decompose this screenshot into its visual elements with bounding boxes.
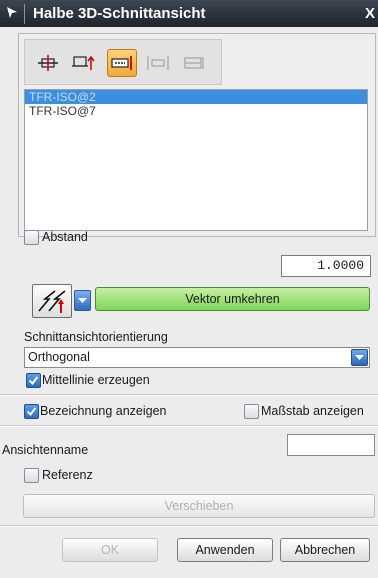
section-plane-icon[interactable] (33, 49, 63, 77)
window-title: Halbe 3D-Schnittansicht (33, 5, 206, 22)
orientation-heading: Schnittansichtorientierung (24, 330, 168, 344)
check-icon (28, 376, 39, 386)
vector-direction-icon (38, 290, 66, 313)
bezeichnung-label: Bezeichnung anzeigen (40, 404, 167, 418)
close-button[interactable]: X (362, 0, 378, 27)
vector-dropdown-button[interactable] (74, 290, 91, 311)
referenz-checkbox[interactable] (24, 468, 39, 483)
section-step-icon (143, 49, 173, 77)
abstand-label: Abstand (42, 230, 88, 244)
section-direction-icon[interactable] (69, 49, 99, 77)
divider (0, 526, 378, 527)
bezeichnung-checkbox[interactable] (24, 404, 39, 419)
ansichtenname-label: Ansichtenname (2, 443, 89, 457)
move-button[interactable]: Verschieben (23, 494, 375, 518)
section-view-list[interactable]: TFR-ISO@2 TFR-ISO@7 (24, 89, 368, 231)
list-item[interactable]: TFR-ISO@7 (25, 104, 367, 118)
ok-button[interactable]: OK (62, 538, 158, 562)
section-offset-icon[interactable] (107, 49, 137, 77)
vector-direction-button[interactable] (32, 284, 72, 318)
abstand-value-input[interactable]: 1.0000 (281, 255, 371, 277)
apply-button[interactable]: Anwenden (177, 538, 273, 562)
check-icon (26, 407, 37, 417)
cancel-button[interactable]: Abbrechen (280, 538, 370, 562)
chevron-down-icon (78, 298, 87, 303)
massstab-checkbox[interactable] (244, 404, 259, 419)
list-item[interactable]: TFR-ISO@2 (25, 90, 367, 104)
arrow-cursor-icon (0, 5, 24, 22)
title-bar: Halbe 3D-Schnittansicht X (0, 0, 378, 27)
chevron-down-icon[interactable] (351, 349, 368, 366)
abstand-checkbox[interactable] (24, 230, 39, 245)
massstab-label: Maßstab anzeigen (261, 404, 364, 418)
mittellinie-label: Mittellinie erzeugen (42, 373, 150, 387)
title-separator (24, 3, 25, 24)
dialog-body: TFR-ISO@2 TFR-ISO@7 Abstand 1.0000 Vekto… (0, 27, 378, 578)
orientation-select[interactable]: Orthogonal (24, 347, 370, 368)
mittellinie-checkbox[interactable] (26, 373, 41, 388)
divider (0, 426, 378, 427)
section-type-toolbar (24, 39, 222, 85)
referenz-label: Referenz (42, 468, 93, 482)
orientation-selected-value: Orthogonal (28, 350, 90, 364)
section-views-panel: TFR-ISO@2 TFR-ISO@7 (18, 33, 376, 237)
ansichtenname-input[interactable] (287, 434, 375, 456)
divider (0, 395, 378, 396)
section-bend-icon (179, 49, 209, 77)
reverse-vector-button[interactable]: Vektor umkehren (95, 287, 370, 311)
